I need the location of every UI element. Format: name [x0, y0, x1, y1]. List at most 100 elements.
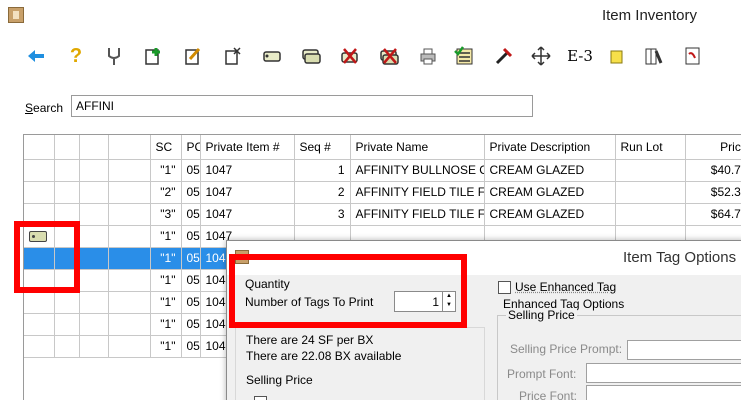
run-lot-cell[interactable] [615, 203, 685, 225]
seq-cell[interactable]: 1 [294, 159, 350, 181]
sc-cell[interactable]: "1" [150, 159, 181, 181]
pc-cell[interactable]: 05 [181, 181, 200, 203]
selling-price-prompt-input[interactable] [627, 340, 741, 360]
blank-cell[interactable] [79, 225, 108, 247]
edit-item-icon[interactable] [179, 42, 207, 70]
blank-cell[interactable] [108, 203, 150, 225]
sc-cell[interactable]: "1" [150, 291, 181, 313]
private-description-cell[interactable]: CREAM GLAZED [484, 181, 615, 203]
blank-cell[interactable] [79, 269, 108, 291]
table-row[interactable]: "1" 05 1047 1 AFFINITY BULLNOSE CC CREAM GLAZ… [24, 159, 741, 181]
e3-button[interactable]: E-3 [563, 42, 597, 70]
copy-item-icon[interactable] [218, 42, 246, 70]
run-lot-cell[interactable] [615, 181, 685, 203]
sc-cell[interactable]: "1" [150, 269, 181, 291]
sc-cell[interactable]: "3" [150, 203, 181, 225]
stepper-up-icon[interactable]: ▲ [443, 292, 455, 301]
private-description-cell[interactable]: CREAM GLAZED [484, 203, 615, 225]
tools-icon[interactable] [490, 42, 518, 70]
table-row[interactable]: "2"0510472AFFINITY FIELD TILE FLCCREAM G… [24, 181, 741, 203]
stepper-down-icon[interactable]: ▼ [443, 301, 455, 310]
blank-cell[interactable] [54, 225, 79, 247]
blank-cell[interactable] [79, 159, 108, 181]
price-cell[interactable]: $52.33 [685, 181, 741, 203]
col-header-price[interactable]: Price [685, 135, 741, 159]
blank-cell[interactable] [108, 181, 150, 203]
private-item-cell[interactable]: 1047 [200, 181, 294, 203]
sc-cell[interactable]: "1" [150, 313, 181, 335]
col-header-sc[interactable]: SC [150, 135, 181, 159]
table-row[interactable]: "3"0510473AFFINITY FIELD TILE FLCCREAM G… [24, 203, 741, 225]
blank-cell[interactable] [54, 203, 79, 225]
blank-cell[interactable] [108, 291, 150, 313]
col-header-pc[interactable]: PC [181, 135, 200, 159]
blank-cell[interactable] [79, 335, 108, 357]
row-selector-cell[interactable] [24, 203, 54, 225]
delete-tags-icon[interactable] [375, 42, 403, 70]
pc-cell[interactable]: 05 [181, 159, 200, 181]
row-selector-cell[interactable] [24, 313, 54, 335]
pc-cell[interactable]: 05 [181, 269, 200, 291]
blank-cell[interactable] [108, 225, 150, 247]
pc-cell[interactable]: 05 [181, 291, 200, 313]
blank-cell[interactable] [54, 291, 79, 313]
price-font-input[interactable] [586, 385, 741, 400]
help-icon[interactable]: ? [62, 42, 90, 70]
pc-cell[interactable]: 05 [181, 335, 200, 357]
prompt-font-input[interactable] [586, 363, 741, 383]
note-icon[interactable] [603, 42, 631, 70]
blank-cell[interactable] [54, 159, 79, 181]
back-icon[interactable] [22, 42, 50, 70]
private-item-cell[interactable]: 1047 [200, 159, 294, 181]
selling-price-checkbox[interactable] [254, 396, 267, 400]
blank-cell[interactable] [79, 247, 108, 269]
use-enhanced-tag-label[interactable]: Use Enhanced Tag [515, 280, 616, 294]
sc-cell[interactable]: "2" [150, 181, 181, 203]
col-header-private-description[interactable]: Private Description [484, 135, 615, 159]
add-item-icon[interactable] [139, 42, 167, 70]
pdf-icon[interactable] [678, 42, 706, 70]
pc-cell[interactable]: 05 [181, 313, 200, 335]
row-selector-cell[interactable] [24, 291, 54, 313]
private-name-cell[interactable]: AFFINITY FIELD TILE FLC [350, 181, 484, 203]
col-header-private-item[interactable]: Private Item # [200, 135, 294, 159]
private-name-cell[interactable]: AFFINITY BULLNOSE CC [350, 159, 484, 181]
list-check-icon[interactable] [450, 42, 478, 70]
use-enhanced-tag-checkbox[interactable] [498, 281, 511, 294]
blank-cell[interactable] [54, 335, 79, 357]
row-selector-cell[interactable] [24, 159, 54, 181]
sc-cell[interactable]: "1" [150, 247, 181, 269]
blank-cell[interactable] [108, 313, 150, 335]
pc-cell[interactable]: 05 [181, 203, 200, 225]
tags-icon[interactable] [297, 42, 325, 70]
row-selector-cell[interactable] [24, 269, 54, 291]
blank-cell[interactable] [79, 181, 108, 203]
tag-icon[interactable] [258, 42, 286, 70]
col-header-run-lot[interactable]: Run Lot [615, 135, 685, 159]
blank-cell[interactable] [108, 269, 150, 291]
blank-cell[interactable] [54, 269, 79, 291]
sc-cell[interactable]: "1" [150, 335, 181, 357]
books-icon[interactable] [640, 42, 668, 70]
blank-cell[interactable] [108, 159, 150, 181]
print-icon[interactable] [414, 42, 442, 70]
blank-cell[interactable] [79, 203, 108, 225]
price-cell[interactable]: $40.79 [685, 159, 741, 181]
private-description-cell[interactable]: CREAM GLAZED [484, 159, 615, 181]
private-item-cell[interactable]: 1047 [200, 203, 294, 225]
pc-cell[interactable]: 05 [181, 225, 200, 247]
row-selector-cell[interactable] [24, 335, 54, 357]
blank-cell[interactable] [108, 335, 150, 357]
col-header-seq[interactable]: Seq # [294, 135, 350, 159]
seq-cell[interactable]: 3 [294, 203, 350, 225]
blank-cell[interactable] [79, 313, 108, 335]
blank-cell[interactable] [79, 291, 108, 313]
move-icon[interactable] [527, 42, 555, 70]
seq-cell[interactable]: 2 [294, 181, 350, 203]
tags-to-print-stepper[interactable]: 1 ▲ ▼ [394, 291, 456, 312]
sc-cell[interactable]: "1" [150, 225, 181, 247]
row-selector-cell[interactable] [24, 181, 54, 203]
blank-cell[interactable] [54, 181, 79, 203]
search-input[interactable] [71, 95, 533, 117]
tuning-fork-icon[interactable] [100, 42, 128, 70]
